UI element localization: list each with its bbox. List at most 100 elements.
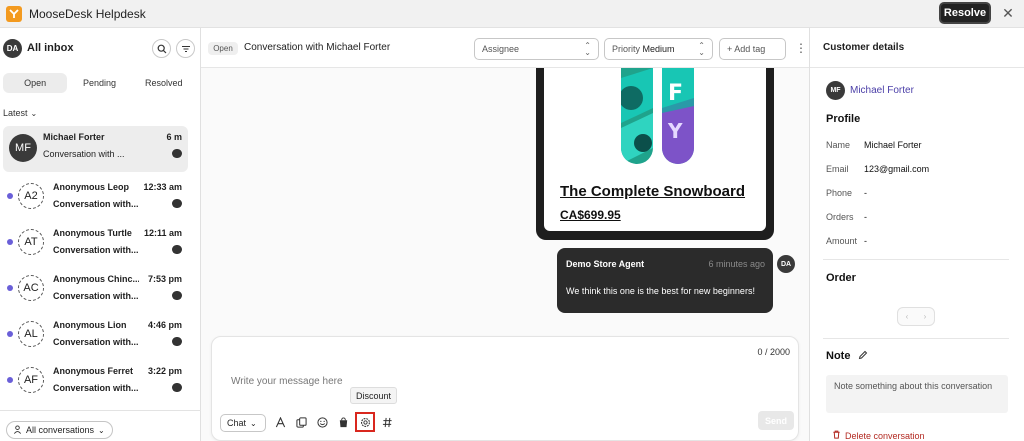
field-value-name: Michael Forter	[864, 140, 922, 150]
tab-open[interactable]: Open	[3, 73, 68, 93]
filter-label: All conversations	[26, 425, 95, 435]
conversation-preview: Conversation with...	[53, 383, 139, 393]
svg-text:F: F	[668, 81, 683, 106]
note-title: Note	[826, 350, 851, 362]
field-label-amount: Amount	[826, 236, 858, 246]
avatar[interactable]: DA	[3, 39, 22, 58]
delete-label: Delete conversation	[845, 430, 925, 441]
avatar: AT	[18, 229, 44, 255]
divider	[823, 259, 1009, 260]
unread-dot	[7, 377, 13, 383]
avatar: AL	[18, 321, 44, 347]
status-badge: Open	[208, 42, 238, 55]
conversation-time: 12:33 am	[143, 182, 182, 192]
all-conversations-dropdown[interactable]: All conversations ⌄	[6, 421, 113, 439]
conversation-filter-bar: All conversations ⌄	[0, 410, 201, 441]
sort-dropdown[interactable]: Latest ⌄	[3, 108, 37, 118]
avatar: A2	[18, 183, 44, 209]
field-label-email: Email	[826, 164, 849, 174]
tab-pending[interactable]: Pending	[67, 73, 131, 93]
field-value-email: 123@gmail.com	[864, 164, 930, 174]
chat-bubble-icon	[172, 337, 182, 346]
chat-bubble-icon	[172, 199, 182, 208]
chevron-left-icon[interactable]: ‹	[906, 312, 909, 321]
conversation-item[interactable]: AF Anonymous Ferret 3:22 pm Conversation…	[0, 360, 201, 406]
moosedesk-logo-icon	[6, 6, 22, 22]
attachment-icon[interactable]	[291, 412, 311, 432]
product-price: CA$699.95	[560, 208, 621, 222]
conversation-name: Anonymous Turtle	[53, 228, 132, 238]
field-label-name: Name	[826, 140, 851, 150]
channel-label: Chat	[227, 418, 247, 428]
conversation-name: Anonymous Leop...	[53, 182, 129, 192]
character-count: 0 / 2000	[757, 347, 790, 357]
conversation-time: 12:11 am	[143, 228, 182, 238]
chevron-down-icon: ⌄	[250, 418, 257, 428]
text-format-icon[interactable]	[270, 412, 290, 432]
app-title: MooseDesk Helpdesk	[29, 7, 146, 21]
customer-details-header: Customer details	[810, 28, 1024, 68]
agent-message: Demo Store Agent 6 minutes ago We think …	[557, 248, 773, 313]
discount-tooltip: Discount	[350, 387, 397, 404]
profile-title: Profile	[826, 113, 861, 125]
unread-dot	[7, 285, 13, 291]
up-down-icon: ⌃ ⌄	[584, 41, 591, 57]
field-value-phone: -	[864, 188, 867, 198]
unread-dot	[7, 193, 13, 199]
chat-bubble-icon	[172, 383, 182, 392]
agent-name: Demo Store Agent	[566, 259, 645, 269]
conversation-name: Anonymous Lion	[53, 320, 127, 330]
channel-select[interactable]: Chat ⌄	[220, 414, 266, 432]
message-composer: 0 / 2000 Discount Chat ⌄ Send	[211, 336, 799, 441]
customer-name-link[interactable]: Michael Forter	[850, 85, 914, 96]
send-button[interactable]: Send	[758, 411, 794, 430]
product-card: F Y The Complete Snowboard CA$699.95	[536, 68, 774, 240]
filter-icon[interactable]	[176, 39, 195, 58]
conversation-item[interactable]: AL Anonymous Lion 4:46 pm Conversation w…	[0, 314, 201, 360]
assignee-select[interactable]: Assignee ⌃ ⌄	[474, 38, 599, 60]
resolve-button[interactable]: Resolve	[939, 2, 991, 24]
more-options-icon[interactable]: ⋮	[795, 41, 807, 55]
conversation-time: 3:22 pm	[147, 366, 182, 376]
avatar: AF	[18, 367, 44, 393]
chat-bubble-icon	[172, 291, 182, 300]
priority-value: Medium	[642, 44, 675, 54]
conversation-item[interactable]: A2 Anonymous Leop... 12:33 am Conversati…	[0, 176, 201, 222]
avatar: MF	[9, 134, 37, 162]
discount-gear-icon[interactable]	[355, 412, 375, 432]
search-icon[interactable]	[152, 39, 171, 58]
message-text: We think this one is the best for new be…	[566, 286, 755, 296]
hashtag-icon[interactable]	[377, 412, 397, 432]
conversation-preview: Conversation with ...	[43, 149, 125, 159]
conversation-preview: Conversation with...	[53, 337, 139, 347]
snowboard-image-right: F Y	[662, 68, 694, 164]
message-input[interactable]	[231, 376, 631, 387]
inbox-selector[interactable]: All inbox	[27, 42, 73, 54]
conversation-panel: Open Conversation with Michael Forter As…	[201, 28, 809, 441]
tab-resolved[interactable]: Resolved	[132, 73, 196, 93]
conversation-item[interactable]: AT Anonymous Turtle 12:11 am Conversatio…	[0, 222, 201, 268]
emoji-icon[interactable]	[312, 412, 332, 432]
chevron-right-icon[interactable]: ›	[924, 312, 927, 321]
close-icon[interactable]: ✕	[1000, 4, 1016, 22]
note-input[interactable]: Note something about this conversation	[826, 375, 1008, 413]
unread-dot	[7, 331, 13, 337]
edit-pencil-icon[interactable]	[858, 350, 868, 363]
conversation-item[interactable]: MF Michael Forter 6 m Conversation with …	[3, 126, 188, 172]
add-tag-button[interactable]: + Add tag	[719, 38, 786, 60]
conversation-item[interactable]: AC Anonymous Chinc... 7:53 pm Conversati…	[0, 268, 201, 314]
up-down-icon: ⌃ ⌄	[698, 41, 705, 57]
priority-select[interactable]: Priority Medium ⌃ ⌄	[604, 38, 713, 60]
panel-title: Customer details	[823, 42, 905, 53]
field-value-orders: -	[864, 212, 867, 222]
delete-conversation-button[interactable]: Delete conversation	[832, 430, 925, 441]
svg-text:Y: Y	[667, 119, 683, 143]
product-name-link[interactable]: The Complete Snowboard	[560, 183, 745, 200]
trash-icon	[832, 430, 841, 441]
field-label-orders: Orders	[826, 212, 854, 222]
user-icon	[13, 424, 22, 436]
shopify-bag-icon[interactable]	[333, 412, 353, 432]
conversation-preview: Conversation with...	[53, 291, 139, 301]
assignee-placeholder: Assignee	[482, 44, 520, 54]
status-tabs: Open Pending Resolved	[3, 73, 196, 93]
